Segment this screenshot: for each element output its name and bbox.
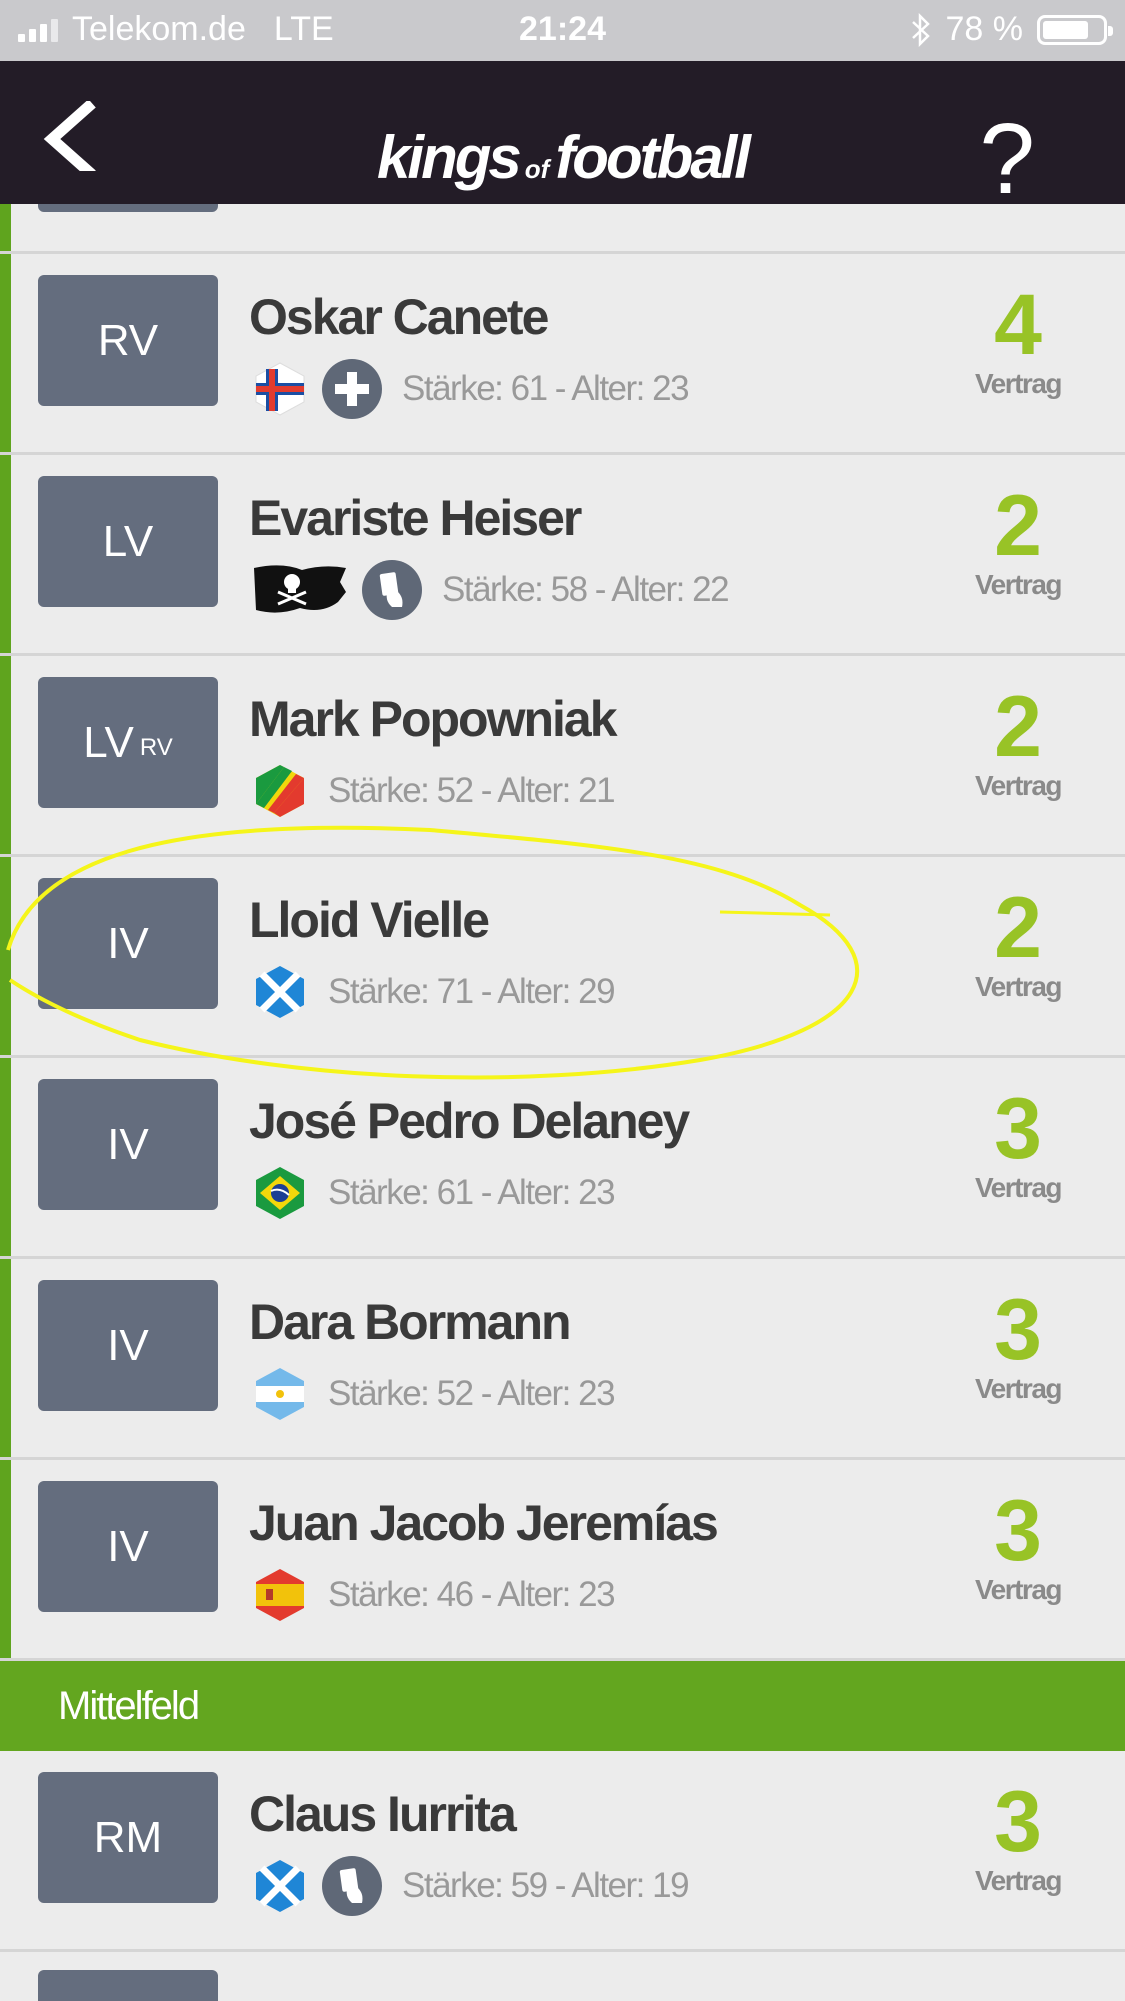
player-meta: Stärke: 58 - Alter: 22 xyxy=(252,555,730,625)
contract-years: 2 xyxy=(994,679,1042,775)
player-row[interactable]: LV Evariste Heiser Stärke: 58 - Alter: 22 2… xyxy=(0,455,1125,656)
contract-label: Vertrag xyxy=(975,1574,1063,1605)
position-badge: IV xyxy=(38,878,218,1009)
player-meta: Stärke: 46 - Alter: 23 xyxy=(252,1560,616,1630)
player-row[interactable]: LV RV Mark Popowniak Stärke: 52 - Alter: 21… xyxy=(0,656,1125,857)
app-logo: kings of football xyxy=(377,124,751,191)
player-stats: Stärke: 46 - Alter: 23 xyxy=(328,1575,616,1614)
contract-years: 3 xyxy=(994,1282,1042,1378)
contract-years: 3 xyxy=(994,1483,1042,1579)
player-stats: Stärke: 71 - Alter: 29 xyxy=(328,972,616,1011)
contract-info: 4 Vertrag xyxy=(963,282,1073,400)
contract-info: 3 Vertrag xyxy=(963,1287,1073,1405)
spain-flag-icon xyxy=(256,1569,304,1621)
faroe-islands-flag-icon xyxy=(255,362,305,416)
contract-info: 3 Vertrag xyxy=(963,1086,1073,1204)
contract-label: Vertrag xyxy=(975,1172,1063,1203)
player-row[interactable]: IV Juan Jacob Jeremías Stärke: 46 - Alter:… xyxy=(0,1460,1125,1661)
position-badge xyxy=(38,1970,218,2001)
player-meta: Stärke: 52 - Alter: 23 xyxy=(252,1359,616,1429)
plus-icon xyxy=(322,359,382,419)
app-header: kings of football ? xyxy=(0,61,1125,209)
player-name: Dara Bormann xyxy=(249,1294,572,1350)
player-stats: Stärke: 61 - Alter: 23 xyxy=(328,1173,616,1212)
list-item-partial[interactable] xyxy=(0,204,1125,254)
player-name: José Pedro Delaney xyxy=(249,1093,690,1149)
contract-years: 2 xyxy=(994,880,1042,976)
contract-label: Vertrag xyxy=(975,971,1063,1002)
argentina-flag-icon xyxy=(256,1368,304,1420)
bluetooth-icon xyxy=(911,12,930,47)
player-stats: Stärke: 52 - Alter: 23 xyxy=(328,1374,616,1413)
player-name: Evariste Heiser xyxy=(249,490,582,546)
position-badge: RV xyxy=(38,275,218,406)
section-header-midfield: Mittelfeld xyxy=(0,1661,1125,1751)
contract-info: 2 Vertrag xyxy=(963,684,1073,802)
player-meta: Stärke: 52 - Alter: 21 xyxy=(252,756,616,826)
position-badge: LV RV xyxy=(38,677,218,808)
contract-years: 2 xyxy=(994,478,1042,574)
player-stats: Stärke: 59 - Alter: 19 xyxy=(402,1866,690,1905)
player-list: RV Oskar Canete Stärke: 61 - Alter: 23 4 Ver… xyxy=(0,204,1125,2001)
player-name: Juan Jacob Jeremías xyxy=(249,1495,719,1551)
player-meta: Stärke: 61 - Alter: 23 xyxy=(252,1158,616,1228)
position-badge: IV xyxy=(38,1079,218,1210)
player-meta: Stärke: 61 - Alter: 23 xyxy=(252,354,690,424)
contract-label: Vertrag xyxy=(975,569,1063,600)
scotland-flag-icon xyxy=(256,966,304,1018)
position-badge: IV xyxy=(38,1280,218,1411)
position-badge: RM xyxy=(38,1772,218,1903)
contract-info: 3 Vertrag xyxy=(963,1779,1073,1897)
position-badge: LV xyxy=(38,476,218,607)
player-row[interactable]: RM Claus Iurrita Stärke: 59 - Alter: 19 3 Ve… xyxy=(0,1751,1125,1952)
congo-flag-icon xyxy=(256,765,304,817)
contract-years: 4 xyxy=(994,277,1042,373)
player-meta: Stärke: 59 - Alter: 19 xyxy=(252,1851,690,1921)
player-stats: Stärke: 61 - Alter: 23 xyxy=(402,369,690,408)
battery-icon xyxy=(1037,14,1113,45)
player-name: Mark Popowniak xyxy=(249,691,618,747)
contract-years: 3 xyxy=(994,1081,1042,1177)
contract-label: Vertrag xyxy=(975,1865,1063,1896)
player-stats: Stärke: 52 - Alter: 21 xyxy=(328,771,616,810)
help-button[interactable]: ? xyxy=(979,109,1035,209)
contract-info: 3 Vertrag xyxy=(963,1488,1073,1606)
contract-years: 3 xyxy=(994,1774,1042,1870)
player-row[interactable]: IV José Pedro Delaney Stärke: 61 - Alter: … xyxy=(0,1058,1125,1259)
contract-label: Vertrag xyxy=(975,770,1063,801)
player-row[interactable]: RV Oskar Canete Stärke: 61 - Alter: 23 4 Ver… xyxy=(0,254,1125,455)
player-name: Oskar Canete xyxy=(249,289,549,345)
card-icon xyxy=(322,1856,382,1916)
contract-label: Vertrag xyxy=(975,368,1063,399)
card-icon xyxy=(362,560,422,620)
player-name: Lloid Vielle xyxy=(249,892,490,948)
player-meta: Stärke: 71 - Alter: 29 xyxy=(252,957,616,1027)
position-badge xyxy=(38,204,218,212)
contract-info: 2 Vertrag xyxy=(963,483,1073,601)
position-badge: IV xyxy=(38,1481,218,1612)
brazil-flag-icon xyxy=(256,1167,304,1219)
player-name: Claus Iurrita xyxy=(249,1786,517,1842)
contract-info: 2 Vertrag xyxy=(963,885,1073,1003)
status-bar: Telekom.de LTE 21:24 78 % xyxy=(0,0,1125,61)
list-item-partial[interactable] xyxy=(0,1952,1125,2001)
player-row[interactable]: IV Dara Bormann Stärke: 52 - Alter: 23 3 Ver… xyxy=(0,1259,1125,1460)
scotland-flag-icon xyxy=(256,1860,304,1912)
player-row[interactable]: IV Lloid Vielle Stärke: 71 - Alter: 29 2 Ver… xyxy=(0,857,1125,1058)
pirate-flag-icon xyxy=(254,565,346,613)
contract-label: Vertrag xyxy=(975,1373,1063,1404)
battery-percent: 78 % xyxy=(945,10,1024,48)
status-right: 78 % xyxy=(910,10,1113,49)
player-stats: Stärke: 58 - Alter: 22 xyxy=(442,570,730,609)
